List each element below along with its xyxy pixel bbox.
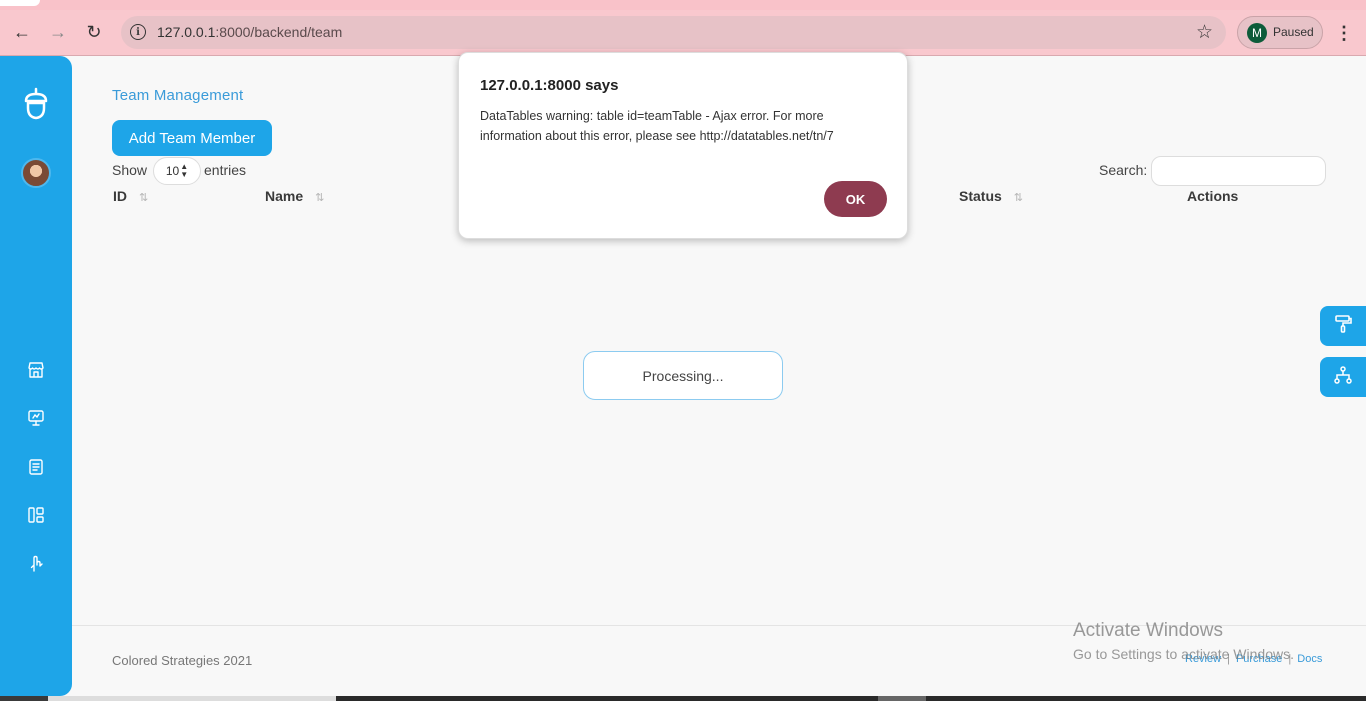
acorn-logo-icon[interactable] — [22, 87, 50, 121]
show-label: Show — [112, 162, 148, 178]
processing-indicator: Processing... — [583, 351, 783, 400]
sort-icon: ⇅ — [139, 192, 149, 204]
notebook-icon[interactable] — [26, 457, 46, 477]
profile-status: Paused — [1273, 25, 1314, 39]
taskbar — [0, 696, 1366, 701]
tab-strip — [0, 0, 1366, 10]
footer-link-docs[interactable]: Docs — [1297, 653, 1322, 665]
column-status-label: Status — [959, 188, 1002, 204]
profile-avatar: M — [1247, 23, 1267, 43]
add-team-member-button[interactable]: Add Team Member — [112, 120, 272, 156]
column-id-label: ID — [113, 188, 127, 204]
taskbar-segment — [0, 696, 48, 701]
theme-settings-button[interactable] — [1320, 306, 1366, 346]
alert-dialog: 127.0.0.1:8000 says DataTables warning: … — [458, 52, 908, 239]
site-info-icon[interactable]: i — [130, 24, 146, 40]
sort-icon: ⇅ — [315, 192, 325, 204]
sort-icon: ⇅ — [1013, 192, 1024, 204]
taskbar-segment — [48, 696, 336, 701]
column-header-actions: Actions — [1187, 188, 1238, 204]
back-arrow-icon[interactable]: ← — [9, 19, 35, 45]
layout-icon[interactable] — [26, 505, 46, 525]
page-title[interactable]: Team Management — [112, 87, 243, 104]
url-text[interactable]: 127.0.0.1:8000/backend/team — [157, 24, 342, 40]
url-host: 127.0.0.1 — [157, 24, 216, 40]
browser-toolbar: ← → ↻ i 127.0.0.1:8000/backend/team ☆ M … — [0, 10, 1366, 56]
column-name-label: Name — [265, 188, 304, 204]
url-path: :8000/backend/team — [215, 24, 343, 40]
footer-copyright: Colored Strategies 2021 — [112, 653, 253, 668]
activate-windows-watermark: Activate Windows Go to Settings to activ… — [1073, 620, 1294, 662]
forward-arrow-icon[interactable]: → — [45, 19, 71, 45]
search-input[interactable] — [1151, 156, 1326, 186]
star-icon[interactable]: ☆ — [1196, 21, 1213, 44]
avatar[interactable] — [21, 158, 51, 188]
paint-roller-icon — [1333, 314, 1353, 339]
watermark-subtitle: Go to Settings to activate Windows. — [1073, 646, 1294, 662]
column-header-id[interactable]: ID ⇅ — [113, 188, 148, 204]
column-header-status[interactable]: Status ⇅ — [959, 188, 1023, 204]
column-header-name[interactable]: Name ⇅ — [265, 188, 324, 204]
dialog-title: 127.0.0.1:8000 says — [480, 77, 619, 94]
hierarchy-icon — [1333, 365, 1353, 390]
address-bar[interactable]: i 127.0.0.1:8000/backend/team ☆ — [121, 16, 1226, 49]
column-actions-label: Actions — [1187, 188, 1239, 204]
kebab-menu-icon[interactable]: ⋮ — [1335, 20, 1353, 46]
page-length-select[interactable]: 10 ▲ ▼ — [153, 157, 201, 185]
taskbar-segment — [878, 696, 926, 701]
search-label: Search: — [1099, 162, 1148, 178]
select-arrows-icon: ▲ ▼ — [180, 162, 189, 179]
watermark-title: Activate Windows — [1073, 620, 1223, 641]
niches-button[interactable] — [1320, 357, 1366, 397]
ok-button[interactable]: OK — [824, 181, 887, 217]
page-length-value: 10 — [165, 164, 180, 178]
store-icon[interactable] — [26, 360, 46, 380]
profile-button[interactable]: M Paused — [1237, 16, 1323, 49]
active-tab[interactable] — [0, 0, 40, 6]
entries-label: entries — [204, 162, 247, 178]
dialog-message: DataTables warning: table id=teamTable -… — [480, 109, 834, 143]
hand-gesture-icon[interactable] — [26, 554, 46, 574]
reload-icon[interactable]: ↻ — [81, 19, 107, 45]
presentation-icon[interactable] — [26, 408, 46, 428]
